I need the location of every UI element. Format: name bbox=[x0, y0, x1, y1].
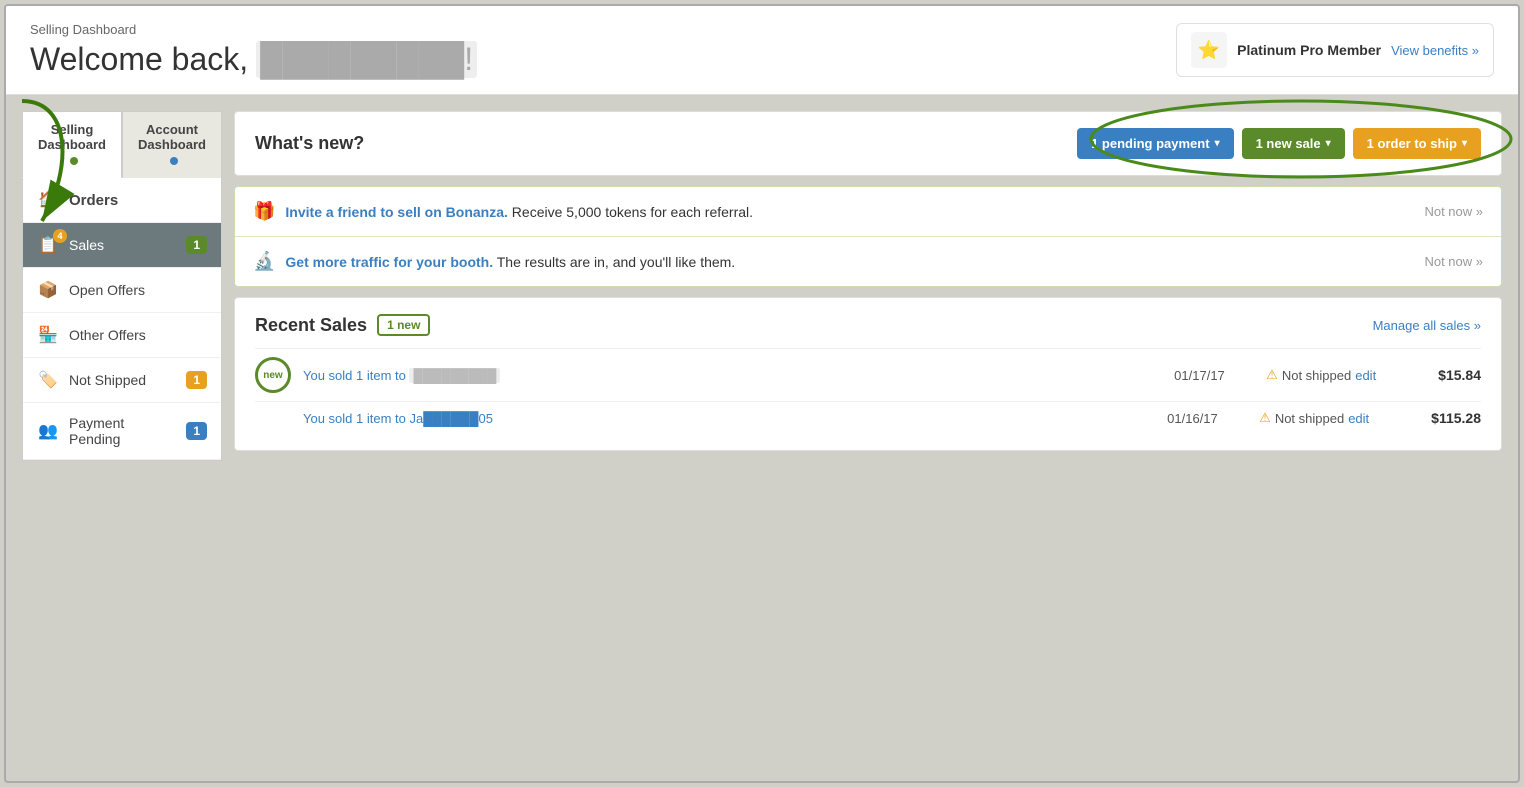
sale-1-status-text: Not shipped bbox=[1282, 368, 1351, 383]
sidebar-item-orders[interactable]: 🏠 Orders bbox=[23, 178, 221, 223]
recent-sales-header-left: Recent Sales 1 new bbox=[255, 314, 430, 336]
member-badge: ⭐ Platinum Pro Member View benefits » bbox=[1176, 23, 1494, 77]
header-left: Selling Dashboard Welcome back, ████████… bbox=[30, 22, 477, 78]
main-wrapper: Selling Dashboard Account Dashboard 🏠 Or… bbox=[6, 95, 1518, 781]
warning-icon-2: ⚠ bbox=[1259, 410, 1271, 426]
other-offers-label: Other Offers bbox=[69, 327, 207, 343]
sale-2-description: You sold 1 item to Ja██████05 bbox=[303, 411, 1155, 426]
selling-dot bbox=[70, 157, 78, 165]
referral-dismiss[interactable]: Not now » bbox=[1424, 204, 1483, 219]
order-to-ship-label: 1 order to ship bbox=[1367, 136, 1457, 151]
flask-icon: 🔬 bbox=[253, 251, 275, 272]
recent-sales-card: Recent Sales 1 new Manage all sales » ne… bbox=[234, 297, 1502, 451]
traffic-text: The results are in, and you'll like them… bbox=[497, 254, 735, 270]
sales-label: Sales bbox=[69, 237, 176, 253]
promo-referral: 🎁 Invite a friend to sell on Bonanza. Re… bbox=[235, 187, 1501, 237]
username: █████████! bbox=[256, 41, 477, 78]
member-badge-icon: ⭐ bbox=[1191, 32, 1227, 68]
open-offers-label: Open Offers bbox=[69, 282, 207, 298]
orders-label: Orders bbox=[69, 192, 118, 209]
recent-sales-new-badge: 1 new bbox=[377, 314, 430, 336]
sale-2-edit-link[interactable]: edit bbox=[1348, 411, 1369, 426]
sidebar-item-not-shipped[interactable]: 🏷️ Not Shipped 1 bbox=[23, 358, 221, 403]
not-shipped-badge: 1 bbox=[186, 371, 207, 389]
open-offers-icon: 📦 bbox=[37, 280, 59, 300]
tab-account-label: Account Dashboard bbox=[138, 122, 206, 152]
order-to-ship-chevron: ▾ bbox=[1462, 138, 1467, 149]
pending-payment-button[interactable]: 1 pending payment ▾ bbox=[1077, 128, 1234, 159]
referral-link[interactable]: Invite a friend to sell on Bonanza. bbox=[285, 204, 507, 220]
tab-selling-label: Selling Dashboard bbox=[38, 122, 106, 152]
sale-1-price: $15.84 bbox=[1438, 367, 1481, 383]
tab-bar: Selling Dashboard Account Dashboard bbox=[22, 111, 222, 178]
not-shipped-label: Not Shipped bbox=[69, 372, 176, 388]
payment-pending-label: Payment Pending bbox=[69, 415, 176, 447]
payment-pending-icon: 👥 bbox=[37, 421, 59, 441]
manage-all-sales-link[interactable]: Manage all sales » bbox=[1373, 318, 1481, 333]
sale-2-buyer: Ja██████05 bbox=[409, 411, 492, 426]
sidebar-item-payment-pending[interactable]: 👥 Payment Pending 1 bbox=[23, 403, 221, 460]
new-sale-chevron: ▾ bbox=[1326, 138, 1331, 149]
whats-new-card: What's new? 1 pending payment ▾ 1 new sa… bbox=[234, 111, 1502, 176]
promotions-card: 🎁 Invite a friend to sell on Bonanza. Re… bbox=[234, 186, 1502, 287]
sale-new-indicator: new bbox=[255, 357, 291, 393]
sale-1-buyer: █████████ bbox=[409, 368, 500, 383]
recent-sales-header: Recent Sales 1 new Manage all sales » bbox=[255, 314, 1481, 336]
recent-sales-title: Recent Sales bbox=[255, 315, 367, 336]
sidebar-item-open-offers[interactable]: 📦 Open Offers bbox=[23, 268, 221, 313]
pending-payment-label: 1 pending payment bbox=[1091, 136, 1209, 151]
sale-2-date: 01/16/17 bbox=[1167, 411, 1247, 426]
not-shipped-icon: 🏷️ bbox=[37, 370, 59, 390]
sidebar-item-sales[interactable]: 📋 4 Sales 1 bbox=[23, 223, 221, 268]
tab-account[interactable]: Account Dashboard bbox=[122, 111, 222, 178]
sale-2-status-text: Not shipped bbox=[1275, 411, 1344, 426]
promo-traffic: 🔬 Get more traffic for your booth. The r… bbox=[235, 237, 1501, 286]
sale-2-price: $115.28 bbox=[1431, 410, 1481, 426]
view-benefits-link[interactable]: View benefits » bbox=[1391, 43, 1479, 58]
payment-pending-badge: 1 bbox=[186, 422, 207, 440]
sidebar-nav: 🏠 Orders 📋 4 Sales 1 📦 Open Offers bbox=[22, 178, 222, 461]
traffic-dismiss[interactable]: Not now » bbox=[1424, 254, 1483, 269]
sale-1-date: 01/17/17 bbox=[1174, 368, 1254, 383]
traffic-link[interactable]: Get more traffic for your booth. bbox=[285, 254, 493, 270]
sidebar-item-other-offers[interactable]: 🏪 Other Offers bbox=[23, 313, 221, 358]
tab-selling[interactable]: Selling Dashboard bbox=[22, 111, 122, 178]
gift-icon: 🎁 bbox=[253, 201, 275, 222]
sale-1-prefix: You sold 1 item to bbox=[303, 368, 409, 383]
other-offers-icon: 🏪 bbox=[37, 325, 59, 345]
sale-1-status: ⚠ Not shipped edit bbox=[1266, 367, 1426, 383]
sale-1-edit-link[interactable]: edit bbox=[1355, 368, 1376, 383]
sale-2-status: ⚠ Not shipped edit bbox=[1259, 410, 1419, 426]
promo-referral-text: Invite a friend to sell on Bonanza. Rece… bbox=[285, 204, 1414, 220]
home-icon: 🏠 bbox=[37, 190, 59, 210]
sidebar: Selling Dashboard Account Dashboard 🏠 Or… bbox=[22, 111, 222, 765]
sales-icon: 📋 4 bbox=[37, 235, 59, 255]
member-tier: Platinum Pro Member bbox=[1237, 42, 1381, 58]
header: Selling Dashboard Welcome back, ████████… bbox=[6, 6, 1518, 95]
warning-icon-1: ⚠ bbox=[1266, 367, 1278, 383]
whats-new-title: What's new? bbox=[255, 133, 364, 154]
sale-2-prefix: You sold 1 item to bbox=[303, 411, 409, 426]
referral-text: Receive 5,000 tokens for each referral. bbox=[512, 204, 753, 220]
welcome-text: Welcome back, bbox=[30, 41, 248, 78]
sale-row-1: new You sold 1 item to █████████ 01/17/1… bbox=[255, 348, 1481, 401]
notification-buttons: 1 pending payment ▾ 1 new sale ▾ 1 order… bbox=[1077, 128, 1481, 159]
account-dot bbox=[170, 157, 178, 165]
page-label: Selling Dashboard bbox=[30, 22, 477, 37]
promo-traffic-text: Get more traffic for your booth. The res… bbox=[285, 254, 1414, 270]
sale-row-2: You sold 1 item to Ja██████05 01/16/17 ⚠… bbox=[255, 401, 1481, 434]
pending-payment-chevron: ▾ bbox=[1215, 138, 1220, 149]
order-to-ship-button[interactable]: 1 order to ship ▾ bbox=[1353, 128, 1481, 159]
new-sale-button[interactable]: 1 new sale ▾ bbox=[1242, 128, 1345, 159]
new-sale-label: 1 new sale bbox=[1256, 136, 1321, 151]
sale-1-description: You sold 1 item to █████████ bbox=[303, 368, 1162, 383]
sales-badge: 1 bbox=[186, 236, 207, 254]
content: What's new? 1 pending payment ▾ 1 new sa… bbox=[234, 111, 1502, 765]
